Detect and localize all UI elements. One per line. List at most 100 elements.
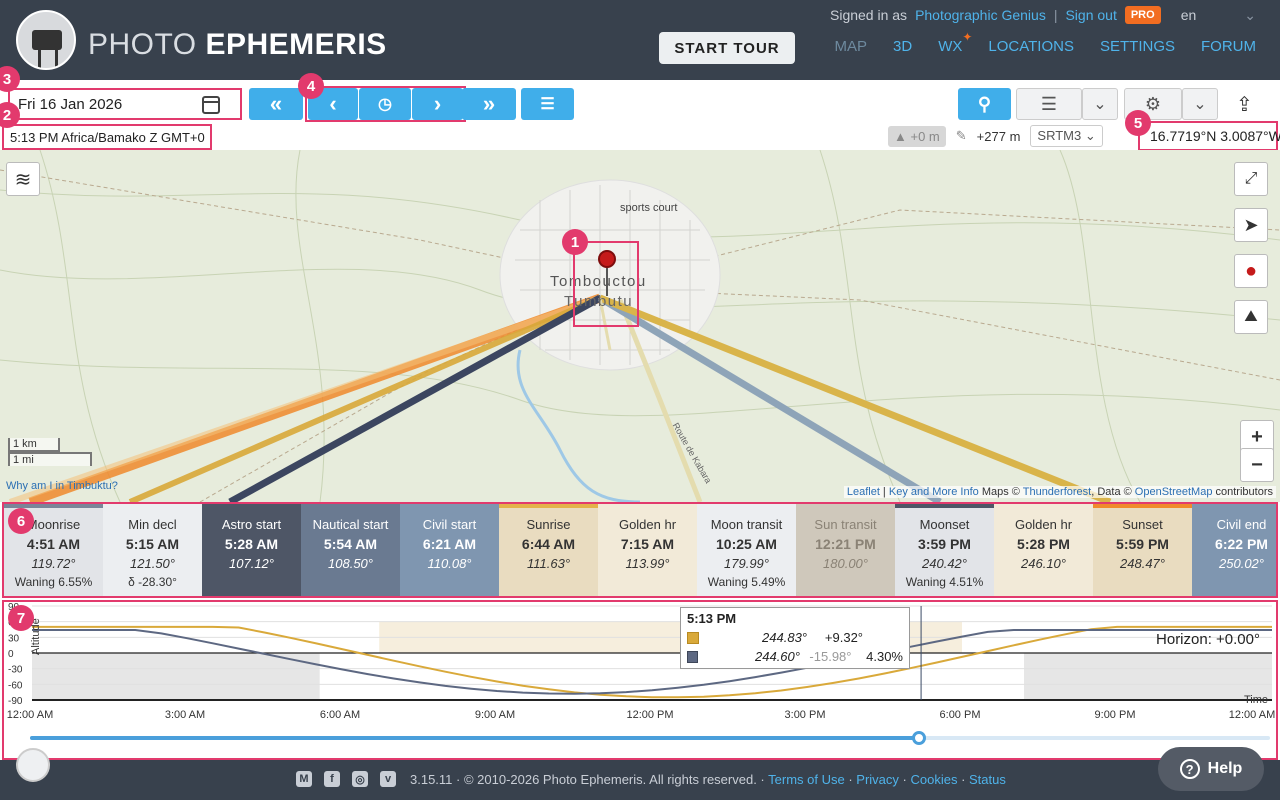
pin-stem	[606, 268, 608, 296]
key-info-link[interactable]: Key and More Info	[889, 486, 979, 498]
nav-forum[interactable]: FORUM	[1201, 38, 1256, 55]
elevation-bar: ▲ +0 m ✎ +277 m SRTM3 ⌄	[888, 124, 1103, 148]
time-axis-label: Time	[1244, 694, 1269, 706]
leaflet-link[interactable]: Leaflet	[847, 486, 880, 498]
osm-link[interactable]: OpenStreetMap	[1135, 486, 1213, 498]
event-azimuth: 121.50°	[130, 556, 175, 571]
share-icon[interactable]: ⇪	[1236, 92, 1253, 117]
event-cell[interactable]: Min decl 5:15 AM 121.50° δ -28.30°	[103, 504, 202, 596]
time-slider[interactable]	[30, 731, 1270, 745]
layers-icon[interactable]: ≋	[6, 162, 40, 196]
event-time: 7:15 AM	[620, 536, 675, 552]
map-label-sports-court: sports court	[620, 202, 678, 214]
attr-data-prefix: , Data ©	[1091, 486, 1132, 498]
terms-link[interactable]: Terms of Use	[768, 772, 845, 787]
event-cell[interactable]: Civil end 6:22 PM 250.02°	[1192, 504, 1276, 596]
graph-x-labels: 12:00 AM 3:00 AM 6:00 AM 9:00 AM 12:00 PM 3:0…	[0, 709, 1280, 725]
chevron-down-icon[interactable]: ⌄	[1244, 7, 1256, 24]
mountain-icon: ▲	[894, 128, 907, 144]
map-view[interactable]: sports court Tombouctou Tumbutu Route de…	[0, 150, 1280, 502]
list-icon: ☰	[540, 96, 555, 113]
layers-menu-button[interactable]: ☰	[1016, 88, 1082, 120]
event-name: Min decl	[128, 517, 177, 532]
language-select[interactable]: en	[1181, 7, 1197, 23]
sign-out-link[interactable]: Sign out	[1065, 7, 1116, 23]
previous-day-button[interactable]: «	[249, 88, 303, 120]
help-button[interactable]: ? Help	[1158, 747, 1264, 791]
instagram-icon[interactable]: ◎	[352, 771, 368, 787]
coordinates-display[interactable]: 16.7719°N 3.0087°W	[1138, 121, 1280, 151]
privacy-link[interactable]: Privacy	[856, 772, 899, 787]
event-cell[interactable]: Moon transit 10:25 AM 179.99° Waning 5.49%	[697, 504, 796, 596]
pencil-icon[interactable]: ✎	[956, 128, 967, 144]
y-tick-label: -30	[8, 665, 23, 676]
event-cell[interactable]: Golden hr 7:15 AM 113.99°	[598, 504, 697, 596]
start-tour-button[interactable]: START TOUR	[659, 32, 795, 64]
nav-settings[interactable]: SETTINGS	[1100, 38, 1175, 55]
night-shade-morning	[32, 653, 320, 700]
time-slider-handle[interactable]	[912, 731, 927, 745]
event-cell[interactable]: Astro start 5:28 AM 107.12°	[202, 504, 301, 596]
next-step-button[interactable]: ›	[412, 88, 463, 120]
event-time: 5:15 AM	[125, 536, 180, 552]
why-timbuktu-link[interactable]: Why am I in Timbuktu?	[6, 480, 118, 492]
annotation-badge-4: 4	[298, 73, 324, 99]
next-day-button[interactable]: »	[462, 88, 516, 120]
fullscreen-icon[interactable]: ⤢	[1234, 162, 1268, 196]
x-tick-label: 12:00 AM	[1228, 709, 1276, 721]
location-pin-icon[interactable]	[598, 250, 616, 268]
logo[interactable]	[16, 10, 76, 70]
dem-source-select[interactable]: SRTM3 ⌄	[1030, 125, 1103, 147]
event-cell[interactable]: Civil start 6:21 AM 110.08°	[400, 504, 499, 596]
tooltip-moon-azimuth: 244.60°	[755, 649, 800, 664]
elevation-offset[interactable]: ▲ +0 m	[888, 125, 946, 147]
layers-dropdown-button[interactable]: ⌄	[1082, 88, 1118, 120]
signed-in-label: Signed in as	[830, 7, 908, 23]
zoom-out-button[interactable]: −	[1240, 448, 1274, 482]
secondary-pin-icon[interactable]: ⛰	[1234, 300, 1268, 334]
tooltip-sun-row: 244.83° +9.32°	[687, 630, 903, 645]
mastodon-icon[interactable]: M	[296, 771, 312, 787]
red-pin-icon[interactable]: ●	[1234, 254, 1268, 288]
nav-locations[interactable]: LOCATIONS	[988, 38, 1074, 55]
brand-light: PHOTO	[88, 28, 197, 61]
event-list-button[interactable]: ☰	[521, 88, 574, 120]
calendar-icon[interactable]	[202, 96, 220, 114]
annotation-badge-6: 6	[8, 508, 34, 534]
event-cell[interactable]: Moonset 3:59 PM 240.42° Waning 4.51%	[895, 504, 994, 596]
event-azimuth: 250.02°	[1219, 556, 1264, 571]
nav-map[interactable]: MAP	[835, 38, 868, 55]
user-name-link[interactable]: Photographic Genius	[915, 7, 1046, 23]
thunderforest-link[interactable]: Thunderforest	[1023, 486, 1091, 498]
x-tick-label: 6:00 PM	[939, 709, 981, 721]
settings-dropdown-button[interactable]: ⌄	[1182, 88, 1218, 120]
cookies-link[interactable]: Cookies	[910, 772, 957, 787]
event-name: Golden hr	[618, 517, 677, 532]
now-clock-button[interactable]: ◷	[359, 88, 411, 120]
map-attribution: Leaflet | Key and More Info Maps © Thund…	[843, 486, 1276, 498]
locate-arrow-icon[interactable]: ➤	[1234, 208, 1268, 242]
event-cell[interactable]: Golden hr 5:28 PM 246.10°	[994, 504, 1093, 596]
annotation-badge-7: 7	[8, 605, 34, 631]
mini-app-icon[interactable]	[16, 748, 50, 782]
event-cell[interactable]: Nautical start 5:54 AM 108.50°	[301, 504, 400, 596]
status-link[interactable]: Status	[969, 772, 1006, 787]
app-root: PHOTO EPHEMERIS Signed in as Photographi…	[0, 0, 1280, 800]
tooltip-time: 5:13 PM	[687, 611, 737, 626]
event-azimuth: 248.47°	[1120, 556, 1165, 571]
nav-3d[interactable]: 3D	[893, 38, 912, 55]
vimeo-icon[interactable]: v	[380, 771, 396, 787]
x-tick-label: 3:00 AM	[164, 709, 206, 721]
star-icon: ✦	[962, 30, 973, 44]
annotation-badge-5: 5	[1125, 110, 1151, 136]
search-button[interactable]: ⚲	[958, 88, 1011, 120]
event-time: 6:22 PM	[1215, 536, 1268, 552]
event-cell[interactable]: Sunset 5:59 PM 248.47°	[1093, 504, 1192, 596]
nav-wx[interactable]: WX ✦	[938, 30, 972, 55]
event-name: Golden hr	[1014, 517, 1073, 532]
event-azimuth: 180.00°	[823, 556, 868, 571]
event-cell[interactable]: Sunrise 6:44 AM 111.63°	[499, 504, 598, 596]
date-input[interactable]: Fri 16 Jan 2026	[8, 88, 242, 120]
event-cell[interactable]: Sun transit 12:21 PM 180.00°	[796, 504, 895, 596]
facebook-icon[interactable]: f	[324, 771, 340, 787]
